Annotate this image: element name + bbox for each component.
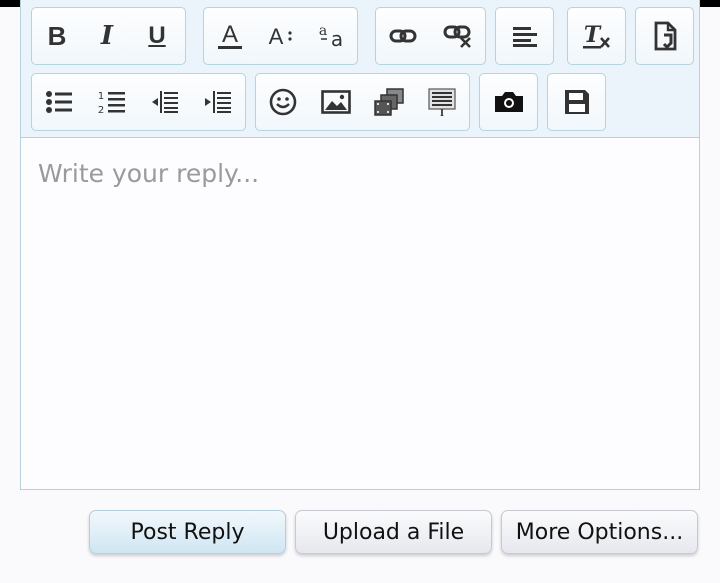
underline-button[interactable]: U	[132, 10, 182, 62]
editor-toolbar: B I U A A a a T 1 2 I	[21, 0, 699, 138]
outdent-icon	[151, 91, 178, 113]
reply-textarea[interactable]	[21, 138, 699, 489]
svg-text:2: 2	[98, 105, 104, 115]
bulleted-list-icon	[45, 91, 72, 113]
remove-format-button[interactable]: T	[568, 10, 625, 62]
svg-text:A: A	[222, 21, 238, 48]
svg-text:I: I	[439, 109, 443, 117]
camera-button[interactable]	[480, 76, 537, 128]
save-icon	[564, 90, 589, 114]
bold-button[interactable]: B	[32, 10, 82, 62]
text-style-group: B I U	[31, 7, 186, 65]
outdent-button[interactable]	[138, 76, 191, 128]
more-options-button[interactable]: More Options...	[501, 510, 698, 554]
switch-editor-button[interactable]	[636, 10, 693, 62]
quote-block-icon: I	[427, 88, 456, 117]
insert-group: I	[255, 73, 470, 131]
clear-format-group: T	[567, 7, 626, 65]
svg-text:a: a	[319, 23, 327, 39]
font-family-icon: a a	[319, 23, 343, 50]
file-toggle-icon	[654, 21, 676, 51]
font-group: A A a a	[203, 7, 358, 65]
upload-file-button[interactable]: Upload a File	[295, 510, 492, 554]
svg-text:1: 1	[98, 91, 104, 102]
link-icon	[389, 29, 417, 43]
font-size-icon: A	[269, 24, 293, 49]
camera-icon	[494, 92, 523, 112]
svg-text:a: a	[331, 27, 343, 50]
svg-text:A: A	[269, 24, 284, 49]
numbered-list-button[interactable]: 1 2	[85, 76, 138, 128]
insert-media-button[interactable]	[362, 76, 415, 128]
camera-group	[479, 73, 538, 131]
unlink-icon	[443, 25, 471, 48]
underline-icon: U	[148, 22, 166, 49]
reply-editor: B I U A A a a T 1 2 I Write your reply..…	[20, 0, 700, 490]
align-group	[495, 7, 554, 65]
bulleted-list-button[interactable]	[32, 76, 85, 128]
media-icon	[373, 88, 404, 116]
text-color-button[interactable]: A	[204, 10, 256, 62]
link-group	[375, 7, 486, 65]
image-icon	[320, 90, 351, 114]
indent-button[interactable]	[191, 76, 244, 128]
font-size-button[interactable]: A	[256, 10, 308, 62]
save-group	[547, 73, 606, 131]
smiley-icon	[269, 88, 296, 116]
font-family-button[interactable]: a a	[307, 10, 357, 62]
bold-icon: B	[47, 20, 67, 51]
insert-link-button[interactable]	[376, 10, 431, 62]
post-reply-button[interactable]: Post Reply	[89, 510, 286, 554]
italic-button[interactable]: I	[82, 10, 132, 62]
text-color-icon: A	[217, 21, 242, 49]
switch-editor-group	[635, 7, 694, 65]
numbered-list-icon: 1 2	[98, 91, 125, 115]
align-button[interactable]	[496, 10, 553, 62]
align-left-icon	[512, 27, 537, 47]
indent-icon	[204, 91, 231, 113]
smilies-button[interactable]	[256, 76, 309, 128]
clear-format-icon: T	[582, 22, 610, 49]
list-indent-group: 1 2	[31, 73, 246, 131]
insert-quote-button[interactable]: I	[415, 76, 468, 128]
italic-icon: I	[100, 21, 114, 51]
insert-image-button[interactable]	[309, 76, 362, 128]
save-draft-button[interactable]	[548, 76, 605, 128]
svg-text:T: T	[583, 22, 601, 48]
remove-link-button[interactable]	[431, 10, 486, 62]
